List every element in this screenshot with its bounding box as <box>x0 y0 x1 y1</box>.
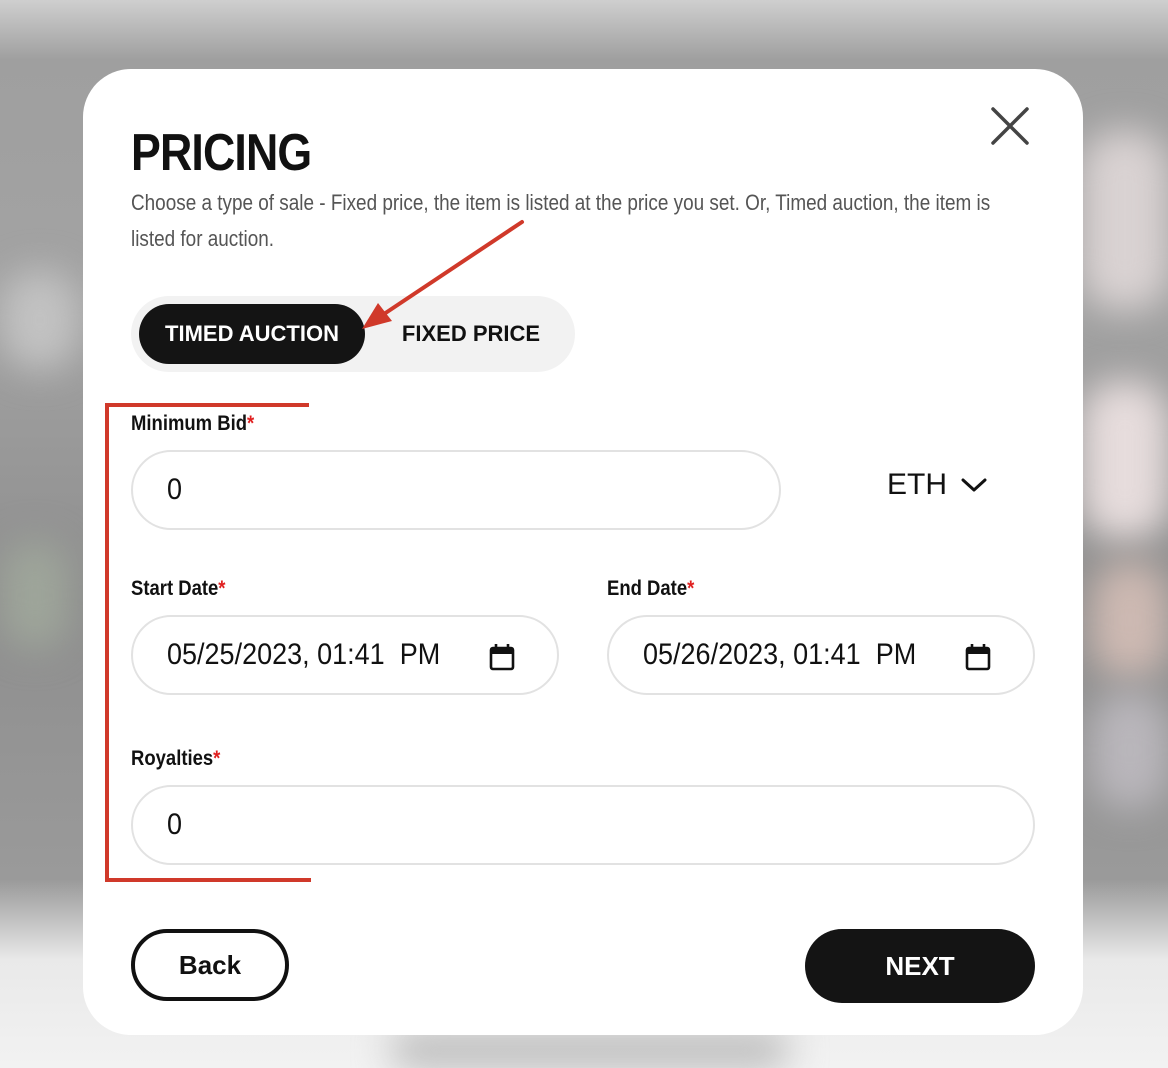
minimum-bid-label-text: Minimum Bid <box>131 412 248 435</box>
required-marker: * <box>218 577 226 600</box>
end-date-label-text: End Date <box>607 577 688 600</box>
end-date-label: End Date* <box>607 577 694 601</box>
background-blur-shape <box>1090 560 1168 680</box>
modal-description: Choose a type of sale - Fixed price, the… <box>131 190 991 251</box>
modal-title: PRICING <box>131 124 312 182</box>
required-marker: * <box>687 577 695 600</box>
background-blur-shape <box>0 540 70 650</box>
minimum-bid-value: 0 <box>167 473 183 506</box>
royalties-value: 0 <box>167 808 183 841</box>
background-blur-shape <box>1080 380 1168 540</box>
end-date-input[interactable]: 05/26/2023, 01:41 PM <box>607 615 1035 695</box>
next-button[interactable]: NEXT <box>805 929 1035 1003</box>
close-icon[interactable] <box>991 107 1029 145</box>
royalties-label: Royalties* <box>131 747 220 771</box>
royalties-input[interactable]: 0 <box>131 785 1035 865</box>
back-button[interactable]: Back <box>131 929 289 1001</box>
start-date-label: Start Date* <box>131 577 226 601</box>
required-marker: * <box>213 747 221 770</box>
chevron-down-icon <box>961 478 987 492</box>
royalties-label-text: Royalties <box>131 747 214 770</box>
currency-select[interactable]: ETH <box>887 465 987 505</box>
background-blur-shape <box>390 1030 790 1068</box>
background-blur-shape <box>1090 690 1168 810</box>
pricing-modal: PRICING Choose a type of sale - Fixed pr… <box>83 69 1083 1035</box>
fixed-price-option[interactable]: FIXED PRICE <box>371 304 571 364</box>
start-date-value: 05/25/2023, 01:41 PM <box>167 638 441 671</box>
calendar-icon[interactable] <box>489 643 515 671</box>
background-blur-shape <box>1080 130 1168 310</box>
start-date-input[interactable]: 05/25/2023, 01:41 PM <box>131 615 559 695</box>
end-date-value: 05/26/2023, 01:41 PM <box>643 638 917 671</box>
minimum-bid-label: Minimum Bid* <box>131 412 254 436</box>
calendar-icon[interactable] <box>965 643 991 671</box>
background-blur-shape <box>0 270 80 370</box>
sale-type-toggle: TIMED AUCTION FIXED PRICE <box>131 296 575 372</box>
start-date-label-text: Start Date <box>131 577 219 600</box>
required-marker: * <box>247 412 255 435</box>
currency-selected-value: ETH <box>887 468 947 501</box>
minimum-bid-input[interactable]: 0 <box>131 450 781 530</box>
close-button[interactable] <box>991 107 1029 145</box>
timed-auction-option[interactable]: TIMED AUCTION <box>139 304 365 364</box>
